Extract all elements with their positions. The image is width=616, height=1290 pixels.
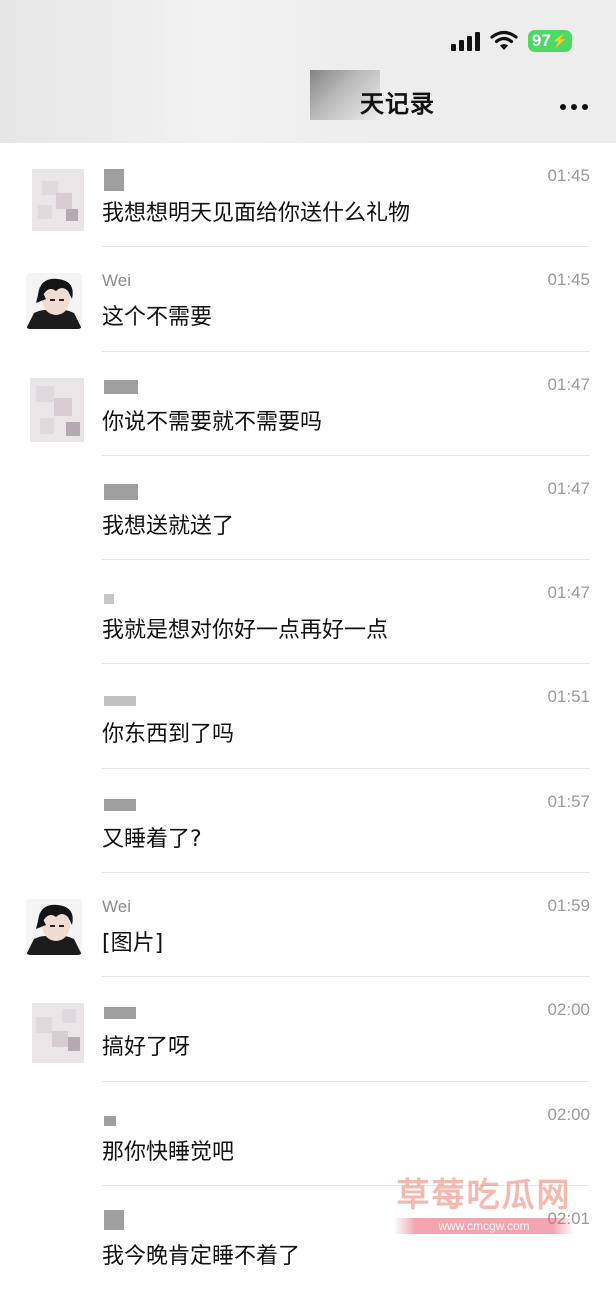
message-item[interactable]: 01:57 又睡着了? bbox=[0, 769, 616, 874]
sender-name: Wei bbox=[102, 271, 131, 291]
anime-boy-avatar-icon bbox=[26, 899, 82, 956]
more-dot-icon bbox=[582, 104, 588, 110]
sender-name-redacted bbox=[104, 1209, 124, 1230]
sender-name-redacted bbox=[104, 169, 124, 191]
battery-indicator: 97 ⚡ bbox=[527, 30, 572, 52]
avatar bbox=[32, 169, 84, 231]
message-item[interactable]: Wei 01:45 这个不需要 bbox=[0, 247, 616, 352]
nav-header: 97 ⚡ 天记录 bbox=[0, 0, 616, 143]
message-time: 01:47 bbox=[547, 583, 590, 603]
message-text: 你说不需要就不需要吗 bbox=[102, 409, 323, 435]
sender-name-redacted bbox=[104, 1115, 116, 1126]
message-time: 01:59 bbox=[547, 896, 590, 916]
blurred-region bbox=[0, 0, 380, 143]
cellular-signal-icon bbox=[450, 31, 480, 51]
sender-name-redacted bbox=[104, 594, 114, 605]
charging-bolt-icon: ⚡ bbox=[551, 33, 568, 48]
message-text: 我今晚肯定睡不着了 bbox=[102, 1243, 301, 1269]
message-text: 搞好了呀 bbox=[102, 1035, 191, 1061]
message-text: 你东西到了吗 bbox=[102, 722, 235, 748]
watermark-title: 草莓吃瓜网 bbox=[396, 1175, 572, 1214]
sender-name-redacted bbox=[104, 696, 136, 707]
message-time: 01:45 bbox=[547, 270, 590, 290]
avatar bbox=[26, 273, 82, 330]
message-time: 02:00 bbox=[547, 1104, 590, 1124]
page-title: 天记录 bbox=[360, 90, 435, 118]
wifi-icon bbox=[490, 30, 518, 50]
message-item[interactable]: 02:00 搞好了呀 bbox=[0, 977, 616, 1082]
message-item[interactable]: 01:45 我想想明天见面给你送什么礼物 bbox=[0, 143, 616, 248]
message-time: 01:45 bbox=[547, 166, 590, 185]
status-bar: 97 ⚡ bbox=[450, 28, 572, 54]
message-text: 我想送就送了 bbox=[102, 513, 235, 539]
message-time: 01:51 bbox=[547, 687, 590, 707]
message-text: 又睡着了? bbox=[102, 826, 202, 852]
message-text: 那你快睡觉吧 bbox=[102, 1139, 235, 1165]
sender-name-redacted bbox=[104, 798, 136, 811]
message-time: 01:47 bbox=[547, 374, 590, 394]
avatar bbox=[32, 1003, 84, 1064]
battery-level: 97 bbox=[531, 31, 551, 50]
more-dot-icon bbox=[560, 104, 566, 110]
message-item[interactable]: 01:51 你东西到了吗 bbox=[0, 664, 616, 769]
anime-boy-avatar-icon bbox=[26, 273, 82, 330]
message-text: 我想想明天见面给你送什么礼物 bbox=[102, 201, 411, 226]
sender-name-redacted bbox=[104, 1007, 136, 1020]
message-text: 我就是想对你好一点再好一点 bbox=[102, 618, 389, 644]
message-text: 这个不需要 bbox=[102, 305, 213, 331]
avatar bbox=[26, 899, 82, 956]
message-time: 01:57 bbox=[547, 791, 590, 811]
message-item[interactable]: 01:47 你说不需要就不需要吗 bbox=[0, 352, 616, 456]
sender-name-redacted bbox=[104, 379, 138, 394]
watermark-url: www.cmcgw.com bbox=[394, 1218, 574, 1234]
avatar bbox=[30, 377, 84, 442]
more-options-button[interactable] bbox=[560, 104, 588, 110]
message-item[interactable]: 01:47 我就是想对你好一点再好一点 bbox=[0, 560, 616, 665]
watermark: 草莓吃瓜网 www.cmcgw.com bbox=[394, 1168, 574, 1234]
message-item[interactable]: 01:47 我想送就送了 bbox=[0, 456, 616, 561]
more-dot-icon bbox=[571, 104, 577, 110]
message-time: 02:00 bbox=[547, 1000, 590, 1020]
message-time: 01:47 bbox=[547, 478, 590, 498]
message-text[interactable]: [图片] bbox=[102, 925, 163, 957]
message-item[interactable]: Wei 01:59 [图片] bbox=[0, 873, 616, 978]
sender-name: Wei bbox=[102, 897, 131, 917]
chat-history-list[interactable]: 01:45 我想想明天见面给你送什么礼物 Wei 01:45 这个不需要 01:… bbox=[0, 143, 616, 1290]
sender-name-redacted bbox=[104, 483, 138, 500]
